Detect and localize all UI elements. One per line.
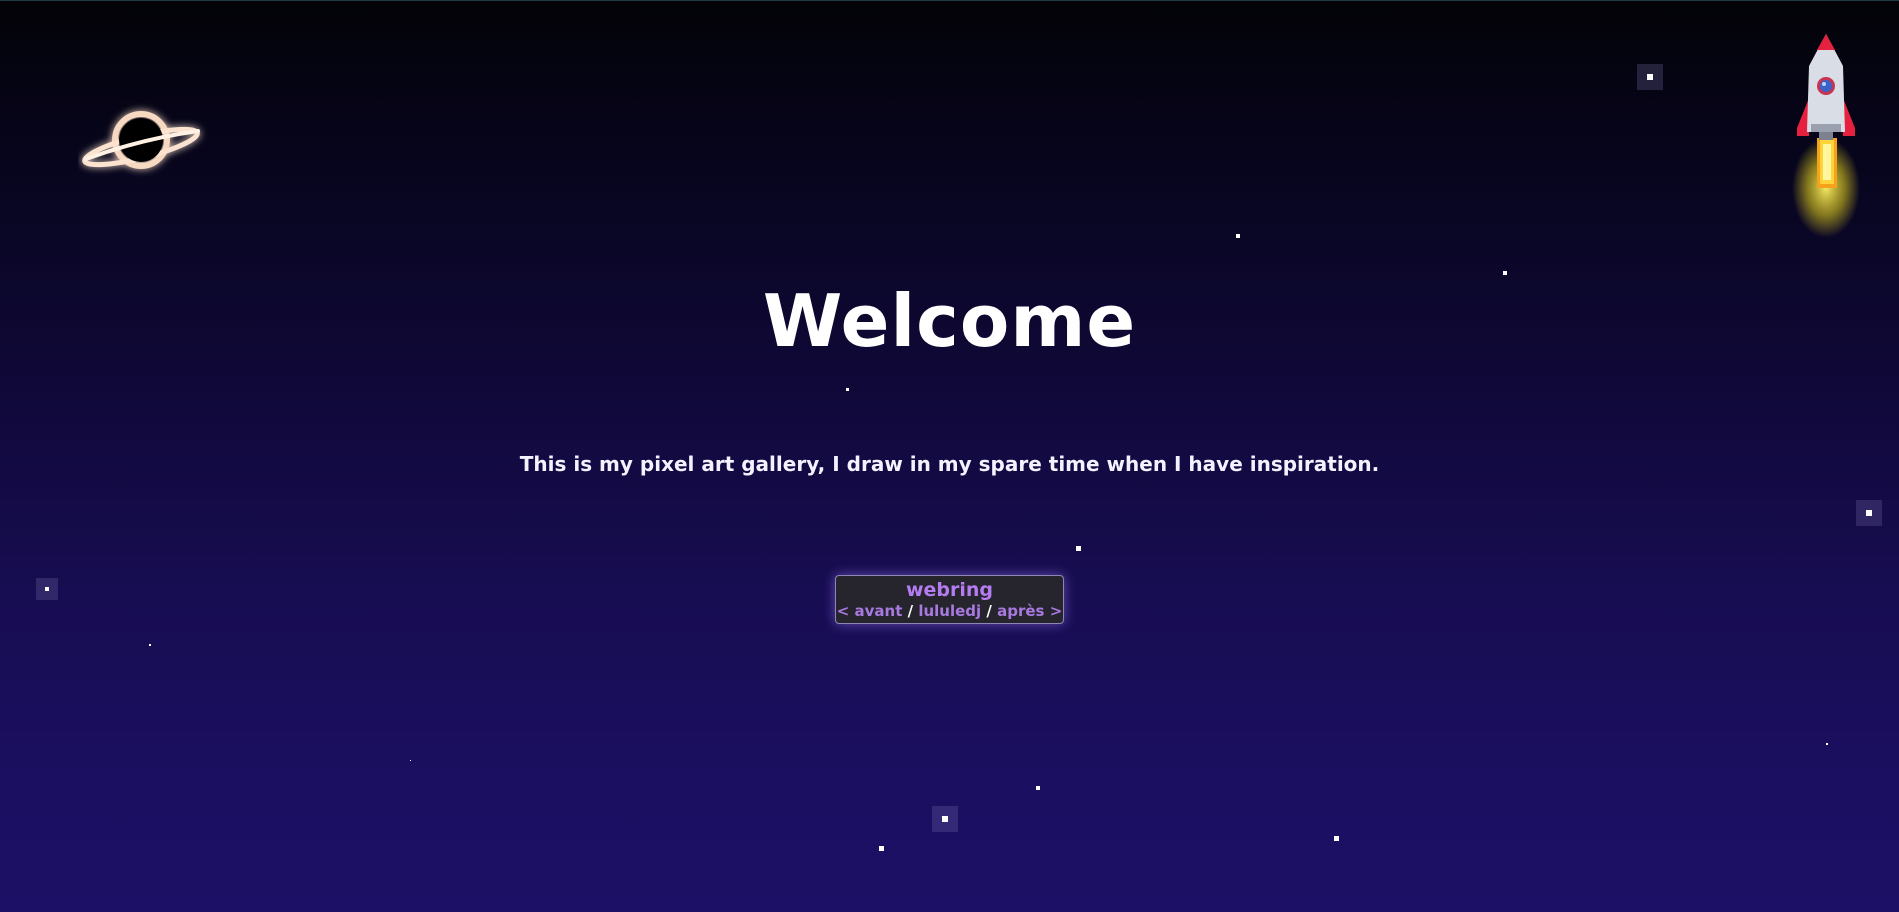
webring-title: webring: [905, 579, 994, 601]
webring-next-link[interactable]: après >: [997, 602, 1062, 620]
star: [1076, 546, 1081, 551]
star: [1036, 786, 1040, 790]
webring-separator: /: [986, 602, 992, 620]
star: [932, 806, 958, 832]
top-border: [0, 0, 1899, 1]
star: [1236, 234, 1240, 238]
webring-home-link[interactable]: lululedj: [918, 602, 981, 620]
star: [410, 760, 411, 761]
pixel-rocket-icon: [1792, 34, 1860, 238]
webring-links: < avant / lululedj / après >: [836, 601, 1063, 621]
star: [1856, 500, 1882, 526]
webring-prev-link[interactable]: < avant: [837, 602, 903, 620]
star: [36, 578, 58, 600]
black-hole-icon: [82, 111, 200, 169]
star: [1334, 836, 1339, 841]
star: [149, 644, 151, 646]
star: [846, 388, 849, 391]
star: [879, 846, 884, 851]
webring-widget: webring < avant / lululedj / après >: [835, 575, 1064, 624]
star: [1826, 743, 1828, 745]
webring-separator: /: [907, 602, 914, 620]
star: [1637, 64, 1663, 90]
star: [1503, 271, 1507, 275]
page-title: Welcome: [762, 279, 1137, 363]
page-tagline: This is my pixel art gallery, I draw in …: [519, 452, 1380, 476]
